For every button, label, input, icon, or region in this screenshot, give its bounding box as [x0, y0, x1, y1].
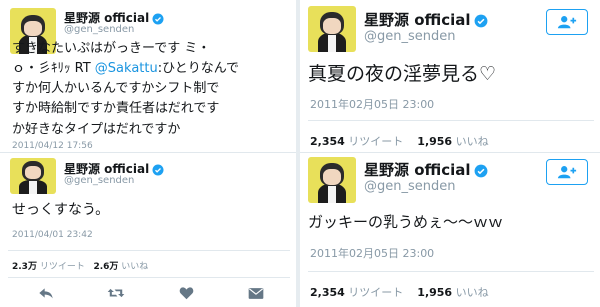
divider — [308, 271, 594, 272]
like-label: いいね — [121, 262, 149, 272]
timestamp[interactable]: 2011年02月05日 23:00 — [310, 96, 434, 112]
tweet-line: すか時給制ですか責任者はだれです — [12, 101, 220, 117]
tweet-line: か好きなタイプはだれですか — [12, 121, 181, 137]
retweet-icon[interactable] — [104, 283, 128, 303]
follow-user-icon — [557, 166, 577, 179]
tweet-card-right-top: 星野源 official @gen_senden 真夏の夜の淫夢見る♡ 2011… — [300, 0, 600, 152]
avatar[interactable] — [308, 6, 356, 52]
divider — [8, 250, 290, 251]
tweet-line: すきなたいぷはがっきーです ミ・ — [12, 41, 211, 56]
display-name[interactable]: 星野源 official — [364, 9, 488, 30]
tweet-line: すか何人かいるんですかシフト制で — [12, 81, 220, 97]
tweet-card-left-bottom: 星野源 official @gen_senden せっくすなう。 2011/04… — [0, 153, 296, 307]
verified-badge-icon — [474, 14, 487, 27]
verified-badge-icon — [152, 164, 164, 175]
retweet-count[interactable]: 2.3万 — [12, 262, 37, 272]
timestamp[interactable]: 2011/04/01 23:42 — [12, 230, 93, 240]
user-handle[interactable]: @gen_senden — [364, 29, 456, 44]
mail-icon[interactable] — [244, 283, 268, 303]
user-handle[interactable]: @gen_senden — [364, 179, 456, 194]
like-label: いいね — [455, 286, 489, 299]
tweet-card-right-bottom: 星野源 official @gen_senden ガッキーの乳うめぇ〜〜ｗｗ 2… — [300, 153, 600, 307]
display-name-text[interactable]: 星野源 official — [64, 162, 149, 176]
user-handle[interactable]: @gen_senden — [64, 24, 134, 35]
tweet-line-start: ｏ・彡ｷﾘｯ RT — [12, 61, 95, 77]
retweet-label: リツイート — [39, 262, 85, 272]
avatar[interactable] — [308, 157, 356, 203]
tweet-text: すきなたいぷはがっきーです ミ・ ｏ・彡ｷﾘｯ RT @Sakattu:ひとりな… — [12, 39, 294, 140]
display-name-text[interactable]: 星野源 official — [64, 11, 149, 25]
engagement-stats: 2,354 リツイート 1,956 いいね — [310, 284, 489, 300]
retweet-count[interactable]: 2,354 — [310, 135, 345, 148]
tweet-text: ガッキーの乳うめぇ〜〜ｗｗ — [308, 213, 504, 231]
reply-icon[interactable] — [34, 283, 58, 303]
user-handle[interactable]: @gen_senden — [64, 175, 134, 186]
tweet-text: せっくすなう。 — [12, 202, 110, 218]
tweet-line-end: :ひとりなんで — [157, 61, 240, 77]
avatar[interactable] — [10, 158, 56, 194]
timestamp[interactable]: 2011年02月05日 23:00 — [310, 245, 434, 261]
divider — [8, 277, 290, 278]
display-name-text[interactable]: 星野源 official — [364, 161, 471, 179]
like-count[interactable]: 1,956 — [417, 286, 452, 299]
tweet-card-left-top: 星野源 official @gen_senden すきなたいぷはがっきーです ミ… — [0, 0, 296, 152]
follow-user-icon — [557, 16, 577, 29]
retweet-count[interactable]: 2,354 — [310, 286, 345, 299]
retweet-label: リツイート — [348, 135, 404, 148]
follow-button[interactable] — [546, 9, 588, 35]
tweet-text: 真夏の夜の淫夢見る♡ — [308, 63, 497, 85]
like-icon[interactable] — [174, 283, 198, 303]
mention-link[interactable]: @Sakattu — [95, 61, 158, 76]
engagement-stats: 2.3万 リツイート 2.6万 いいね — [12, 259, 148, 272]
display-name[interactable]: 星野源 official — [364, 159, 488, 180]
divider — [308, 120, 594, 121]
like-count[interactable]: 2.6万 — [93, 262, 118, 272]
timestamp[interactable]: 2011/04/12 17:56 — [12, 141, 93, 151]
like-label: いいね — [455, 135, 489, 148]
engagement-stats: 2,354 リツイート 1,956 いいね — [310, 133, 489, 149]
display-name-text[interactable]: 星野源 official — [364, 11, 471, 29]
like-count[interactable]: 1,956 — [417, 135, 452, 148]
retweet-label: リツイート — [348, 286, 404, 299]
tweet-line: ｏ・彡ｷﾘｯ RT @Sakattu:ひとりなんで — [12, 59, 294, 79]
verified-badge-icon — [474, 164, 487, 177]
verified-badge-icon — [152, 13, 164, 24]
follow-button[interactable] — [546, 159, 588, 185]
